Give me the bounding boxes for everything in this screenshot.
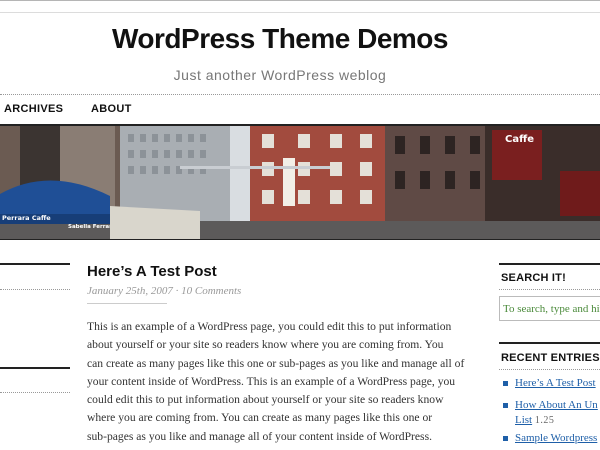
recent-widget-rule: [499, 342, 600, 344]
header-image-border: [0, 239, 600, 240]
search-heading: SEARCH IT!: [501, 272, 566, 284]
post-body-line: about yourself or your site so readers k…: [87, 338, 444, 352]
post-title[interactable]: Here’s A Test Post: [87, 263, 217, 280]
header-image: Caffe Perrara Caffe Sabella Ferrara Caff…: [0, 126, 600, 239]
post-meta: January 25th, 2007 · 10 Comments: [87, 285, 241, 297]
post-body-line: your content inside of WordPress. This i…: [87, 374, 456, 388]
site-tagline: Just another WordPress weblog: [173, 67, 387, 83]
site-title[interactable]: WordPress Theme Demos: [0, 23, 560, 55]
search-input[interactable]: [500, 297, 600, 320]
bullet-icon: [503, 403, 508, 408]
post-body-line: This is an example of a WordPress page, …: [87, 320, 452, 333]
meta-separator: ·: [175, 285, 179, 297]
post-date: January 25th, 2007: [87, 285, 173, 297]
list-item: Sample Wordpress: [503, 431, 600, 446]
bullet-icon: [503, 381, 508, 386]
recent-entries-list: Here’s A Test Post How About An Un List …: [503, 376, 600, 446]
post-body-line: could edit this to put information about…: [87, 393, 444, 407]
left-widget-rule-2: [0, 367, 70, 369]
post-comments-link[interactable]: 10 Comments: [181, 285, 241, 297]
main-navigation: ARCHIVES ABOUT: [0, 96, 600, 123]
left-widget-rule-1: [0, 263, 70, 265]
recent-entry-link[interactable]: Here’s A Test Post: [515, 377, 596, 389]
sign-caffe: Caffe: [505, 134, 534, 145]
recent-entry-link[interactable]: Sample Wordpress: [515, 432, 597, 444]
post-body-line: sub-pages as you like and manage all of …: [87, 429, 432, 443]
recent-entries-heading: RECENT ENTRIES: [501, 352, 600, 364]
recent-entry-link-continued[interactable]: List: [515, 414, 532, 426]
nav-item-archives[interactable]: ARCHIVES: [4, 103, 63, 115]
recent-entry-count: 1.25: [534, 415, 555, 426]
top-border: [0, 0, 600, 1]
search-widget-rule: [499, 263, 600, 265]
bullet-icon: [503, 436, 508, 441]
post-body-line: can create as many pages like this one o…: [87, 356, 465, 370]
recent-widget-divider: [499, 369, 600, 370]
post-body-line: where you are coming from. You can creat…: [87, 411, 433, 425]
left-widget-divider-1: [0, 289, 70, 290]
nav-item-about[interactable]: ABOUT: [91, 103, 132, 115]
search-widget-divider: [499, 289, 600, 290]
street-scene-illustration: Caffe Perrara Caffe Sabella Ferrara Caff…: [0, 126, 600, 239]
search-box: [499, 296, 600, 321]
list-item: How About An Un List 1.25: [503, 398, 600, 428]
post-meta-rule: [87, 303, 167, 304]
recent-entry-link[interactable]: How About An Un: [515, 399, 598, 411]
left-widget-divider-2: [0, 392, 70, 393]
top-border-secondary: [0, 12, 600, 13]
post-body: This is an example of a WordPress page, …: [87, 318, 485, 446]
nav-top-border: [0, 94, 600, 95]
list-item: Here’s A Test Post: [503, 376, 600, 391]
sign-perrara-caffe: Perrara Caffe: [2, 214, 51, 222]
